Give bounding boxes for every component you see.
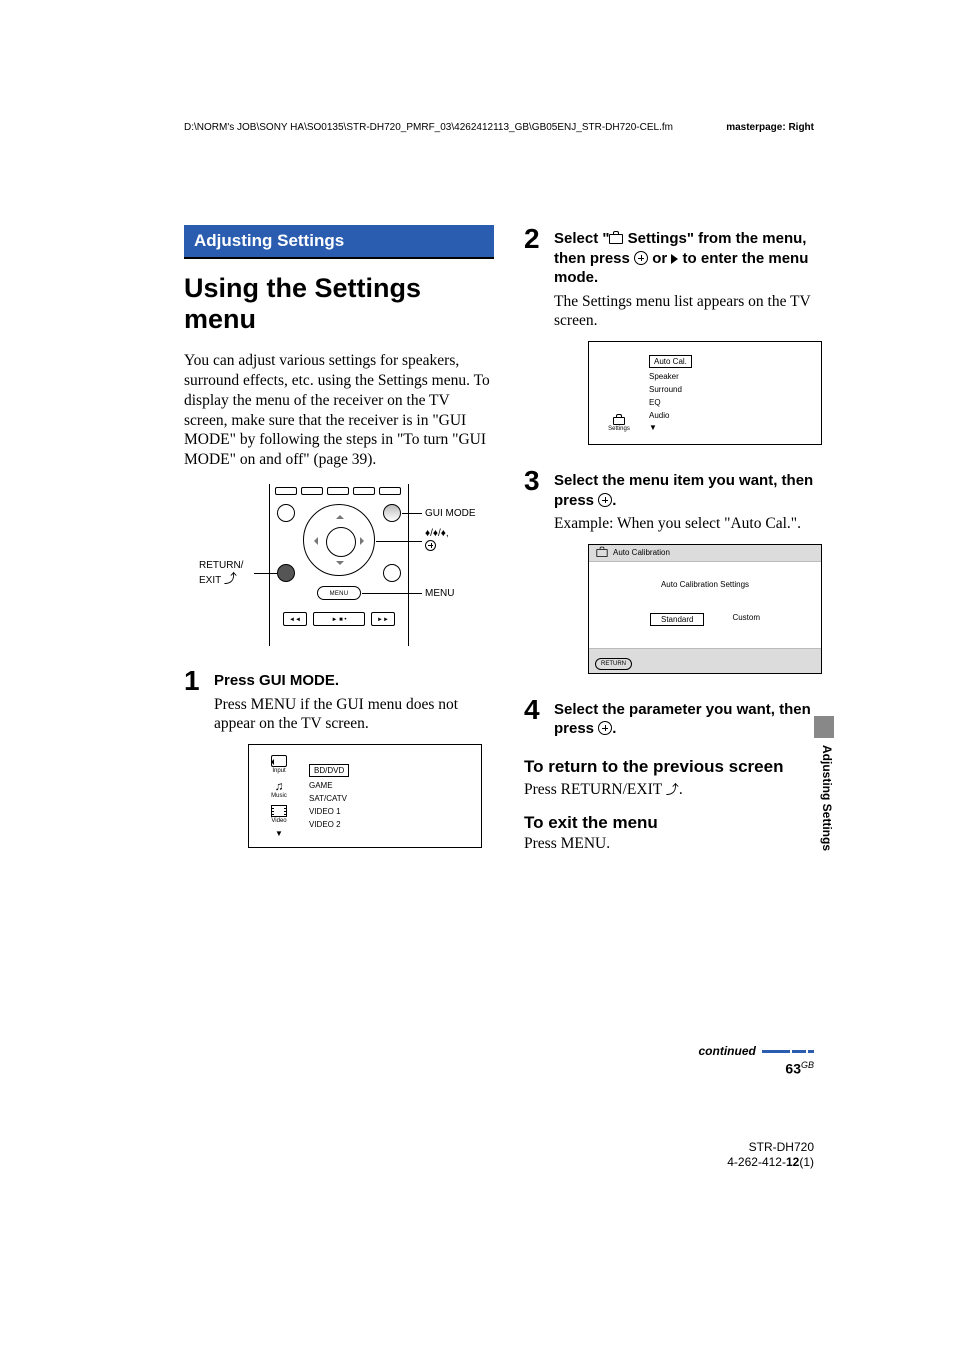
page-number: 63GB [785, 1060, 814, 1077]
dpad-right-icon: ♦ [441, 528, 446, 539]
step-4-title: Select the parameter you want, then pres… [554, 700, 834, 739]
dpad-up-icon: ♦ [425, 528, 430, 539]
screen-title: Auto Calibration [613, 548, 670, 557]
step-4: 4 Select the parameter you want, then pr… [524, 696, 834, 743]
enter-plus-icon [598, 721, 612, 735]
step-3-title: Select the menu item you want, then pres… [554, 471, 834, 510]
callout-dpad: ♦/♦/♦, [425, 528, 449, 552]
remote-btn-bottom-right [383, 564, 401, 582]
menu-item: Audio [649, 411, 813, 420]
settings-icon [596, 549, 607, 557]
sidebar-item-video: Video [271, 805, 287, 824]
side-tab-indicator [814, 716, 834, 738]
footer-doc-number: 4-262-412-12(1) [727, 1155, 814, 1170]
settings-icon [611, 413, 627, 425]
step-2-title: Select " Settings" from the menu, then p… [554, 229, 834, 288]
callout-menu: MENU [425, 588, 454, 600]
option-custom: Custom [732, 613, 760, 626]
sidebar-more-icon: ▼ [275, 830, 283, 838]
step-1-desc: Press MENU if the GUI menu does not appe… [214, 695, 494, 735]
menu-item-selected: BD/DVD [309, 764, 349, 777]
menu-item: VIDEO 2 [309, 820, 473, 829]
video-icon [271, 805, 287, 817]
footer-meta: STR-DH720 4-262-412-12(1) [727, 1140, 814, 1170]
continued-indicator: continued [699, 1042, 815, 1059]
step-2: 2 Select " Settings" from the menu, then… [524, 225, 834, 461]
source-file-path: D:\NORM's JOB\SONY HA\SO0135\STR-DH720_P… [184, 122, 814, 134]
subheading-return-previous: To return to the previous screen [524, 757, 834, 777]
enter-plus-icon [598, 493, 612, 507]
step-number: 4 [524, 696, 544, 724]
transport-play-icon: ► ■ • [313, 612, 365, 626]
step-1-title: Press GUI MODE. [214, 671, 494, 691]
menu-item-selected: Auto Cal. [649, 355, 692, 368]
transport-prev-icon: ◄◄ [283, 612, 307, 626]
step-number: 1 [184, 667, 204, 695]
step-number: 2 [524, 225, 544, 253]
subbody-exit-menu: Press MENU. [524, 835, 834, 853]
screen-heading: Auto Calibration Settings [599, 580, 811, 589]
page-title: Using the Settings menu [184, 273, 494, 335]
gui-screen-settings-list: Settings Auto Cal. Speaker Surround EQ A… [588, 341, 822, 445]
step-2-desc: The Settings menu list appears on the TV… [554, 292, 834, 332]
step-3-desc: Example: When you select "Auto Cal.". [554, 514, 834, 534]
intro-paragraph: You can adjust various settings for spea… [184, 351, 494, 470]
sidebar-item-input: Input [271, 755, 287, 774]
remote-btn-return-exit [277, 564, 295, 582]
right-column: 2 Select " Settings" from the menu, then… [524, 225, 834, 870]
enter-plus-icon [425, 540, 436, 551]
return-arrow-icon: ⤴ [224, 572, 237, 587]
step-number: 3 [524, 467, 544, 495]
subheading-exit-menu: To exit the menu [524, 813, 834, 833]
step-1: 1 Press GUI MODE. Press MENU if the GUI … [184, 667, 494, 864]
left-column: Adjusting Settings Using the Settings me… [184, 225, 494, 870]
dpad-down-icon: ♦ [433, 528, 438, 539]
music-icon: ♫ [274, 780, 283, 792]
footer-model: STR-DH720 [727, 1140, 814, 1155]
menu-item: Surround [649, 385, 813, 394]
menu-item: GAME [309, 781, 473, 790]
sidebar-item-music: ♫ Music [271, 780, 287, 799]
side-tab-label: Adjusting Settings [812, 745, 834, 851]
remote-btn-top-left [277, 504, 295, 522]
section-banner: Adjusting Settings [184, 225, 494, 259]
screen-return-pill: RETURN [595, 658, 632, 670]
transport-next-icon: ►► [371, 612, 395, 626]
enter-plus-icon [634, 251, 648, 265]
menu-item: Speaker [649, 372, 813, 381]
return-arrow-icon: ⤴ [666, 779, 679, 798]
menu-item: VIDEO 1 [309, 807, 473, 816]
menu-item: SAT/CATV [309, 794, 473, 803]
callout-gui-mode: GUI MODE [425, 508, 476, 520]
settings-toolbox-icon [609, 234, 623, 244]
continued-bars-icon [762, 1050, 814, 1053]
sidebar-item-settings: Settings [608, 413, 630, 432]
remote-dpad [303, 504, 375, 576]
callout-return-exit: RETURN/ EXIT ⤴ [199, 560, 243, 586]
list-more-icon: ▼ [649, 424, 813, 432]
gui-screen-input-menu: Input ♫ Music Video ▼ [248, 744, 482, 848]
remote-menu-key: MENU [317, 586, 361, 600]
input-icon [271, 755, 287, 767]
masterpage-label: masterpage: Right [726, 122, 814, 133]
remote-btn-gui-mode [383, 504, 401, 522]
subbody-return-previous: Press RETURN/EXIT ⤴. [524, 779, 834, 799]
menu-item: EQ [649, 398, 813, 407]
option-standard: Standard [650, 613, 704, 626]
gui-screen-auto-calibration: Auto Calibration Auto Calibration Settin… [588, 544, 822, 674]
step-3: 3 Select the menu item you want, then pr… [524, 467, 834, 690]
remote-diagram: MENU ◄◄ ► ■ • ►► GUI MODE ♦/♦/♦, RETURN/… [199, 484, 479, 649]
